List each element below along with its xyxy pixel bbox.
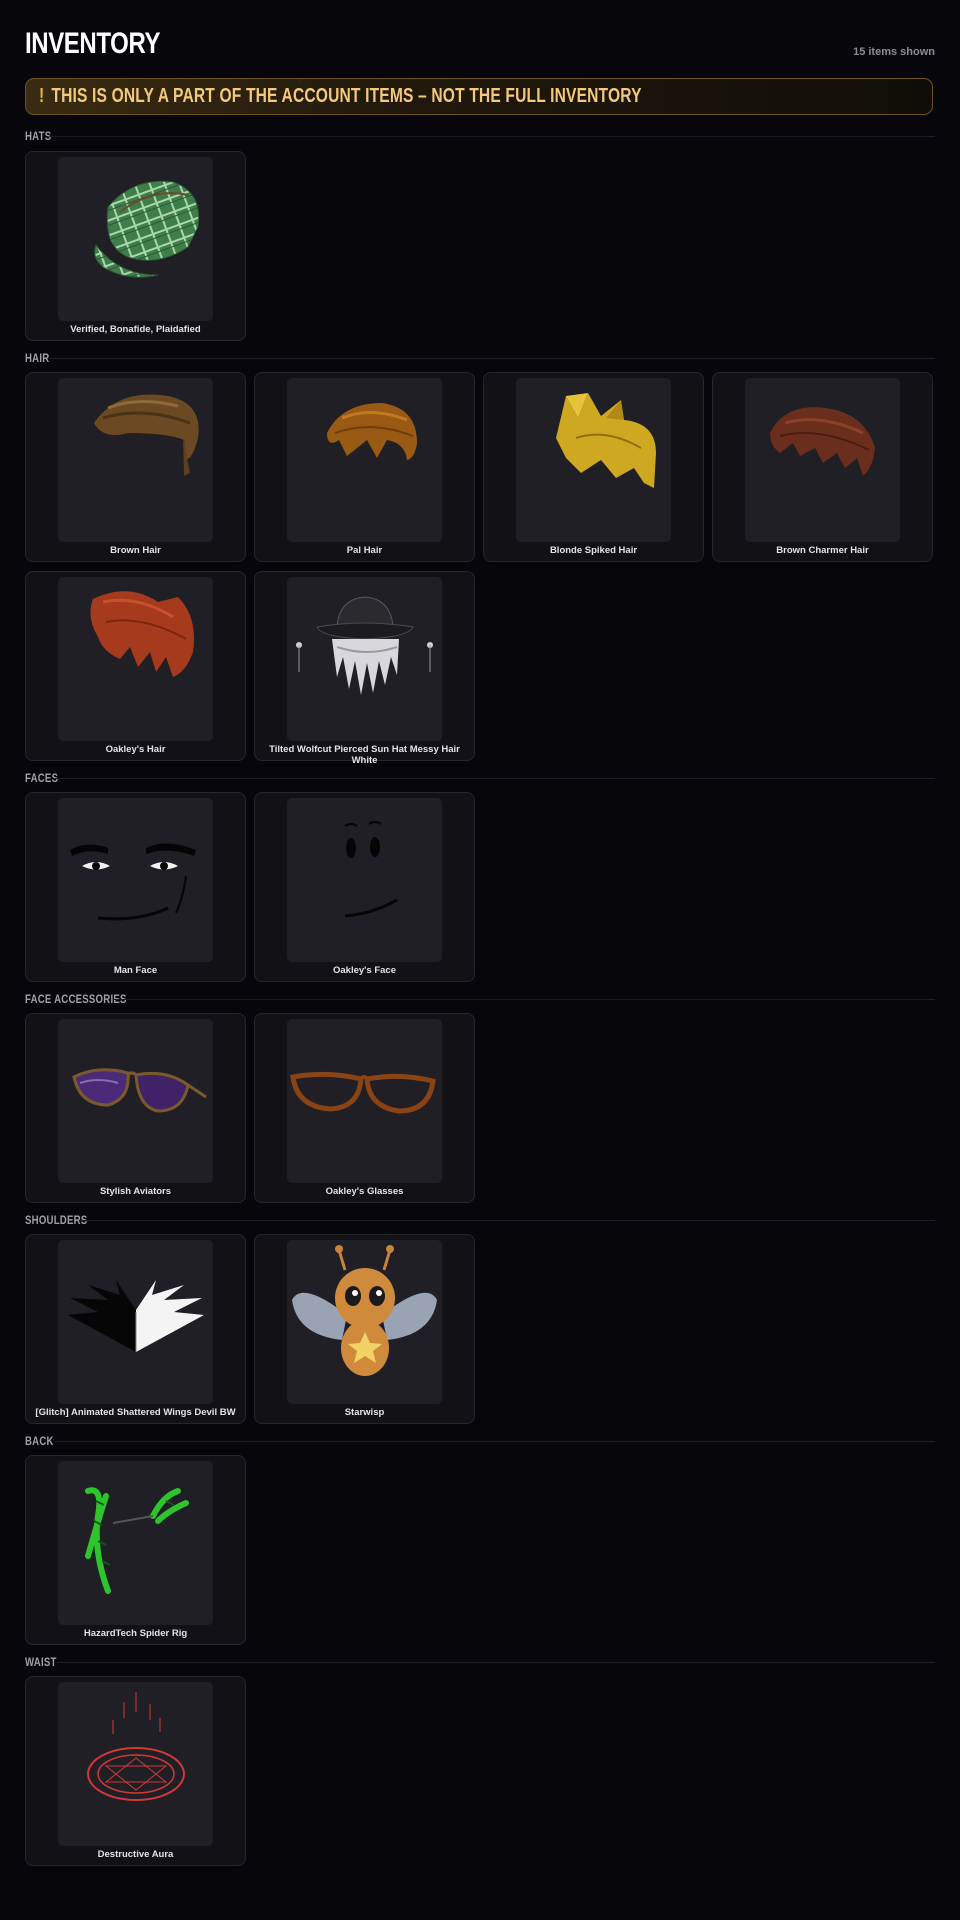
starwisp-icon xyxy=(287,1240,442,1404)
section-title: WAIST xyxy=(25,1655,57,1669)
item-name: HazardTech Spider Rig xyxy=(83,1628,188,1639)
item-card[interactable]: Verified, Bonafide, Plaidafied xyxy=(25,151,246,341)
item-card[interactable]: Stylish Aviators xyxy=(25,1013,246,1203)
item-card[interactable]: Man Face xyxy=(25,792,246,982)
aura-icon xyxy=(58,1682,213,1846)
warning-banner: ! THIS IS ONLY A PART OF THE ACCOUNT ITEM… xyxy=(25,78,933,115)
red-hair-icon xyxy=(58,577,213,741)
section-divider xyxy=(55,1441,935,1442)
item-name: Destructive Aura xyxy=(97,1849,174,1860)
item-name: Oakley's Glasses xyxy=(325,1186,404,1197)
section-faces: FACES xyxy=(25,771,935,785)
sun-hat-white-hair-icon xyxy=(287,577,442,741)
item-name: Pal Hair xyxy=(346,545,383,556)
item-name: Brown Hair xyxy=(110,545,161,556)
inventory-page: INVENTORY 15 items shown ! THIS IS ONLY A… xyxy=(25,0,935,1920)
item-card[interactable]: Blonde Spiked Hair xyxy=(483,372,704,562)
page-title: INVENTORY xyxy=(25,27,161,60)
section-waist: WAIST xyxy=(25,1655,935,1669)
item-card[interactable]: Pal Hair xyxy=(254,372,475,562)
item-card[interactable]: Tilted Wolfcut Pierced Sun Hat Messy Hai… xyxy=(254,571,475,766)
section-divider xyxy=(55,778,935,779)
blonde-spiked-hair-icon xyxy=(516,378,671,542)
section-divider xyxy=(49,136,935,137)
section-title: FACES xyxy=(25,771,59,785)
pal-hair-icon xyxy=(287,378,442,542)
section-title: HAIR xyxy=(25,351,50,365)
spider-rig-icon xyxy=(58,1461,213,1625)
section-divider xyxy=(113,999,935,1000)
section-back: BACK xyxy=(25,1434,935,1448)
smile-face-icon xyxy=(287,798,442,962)
header: INVENTORY 15 items shown xyxy=(25,26,935,66)
section-shoulders: SHOULDERS xyxy=(25,1213,935,1227)
item-name: Starwisp xyxy=(344,1407,385,1418)
item-card[interactable]: [Glitch] Animated Shattered Wings Devil … xyxy=(25,1234,246,1424)
brown-charmer-hair-icon xyxy=(745,378,900,542)
item-name: Man Face xyxy=(113,965,158,976)
section-divider xyxy=(49,358,935,359)
item-name: Brown Charmer Hair xyxy=(776,545,869,556)
section-title: FACE ACCESSORIES xyxy=(25,992,127,1006)
aviators-icon xyxy=(58,1019,213,1183)
item-card[interactable]: Brown Hair xyxy=(25,372,246,562)
glasses-icon xyxy=(287,1019,442,1183)
plaid-cap-icon xyxy=(58,157,213,321)
section-face-accessories: FACE ACCESSORIES xyxy=(25,992,935,1006)
item-name: Stylish Aviators xyxy=(99,1186,172,1197)
section-hair: HAIR xyxy=(25,351,935,365)
item-name: Oakley's Hair xyxy=(105,744,166,755)
item-card[interactable]: Oakley's Hair xyxy=(25,571,246,761)
section-divider xyxy=(57,1662,935,1663)
item-card[interactable]: Starwisp xyxy=(254,1234,475,1424)
item-card[interactable]: HazardTech Spider Rig xyxy=(25,1455,246,1645)
section-divider xyxy=(79,1220,935,1221)
warning-text: THIS IS ONLY A PART OF THE ACCOUNT ITEMS… xyxy=(51,85,642,107)
item-card[interactable]: Oakley's Face xyxy=(254,792,475,982)
item-name: [Glitch] Animated Shattered Wings Devil … xyxy=(35,1407,236,1418)
warning-icon: ! xyxy=(39,85,45,107)
section-title: HATS xyxy=(25,129,52,143)
wings-icon xyxy=(58,1240,213,1404)
item-name: Blonde Spiked Hair xyxy=(549,545,638,556)
man-face-icon xyxy=(58,798,213,962)
item-name: Tilted Wolfcut Pierced Sun Hat Messy Hai… xyxy=(269,744,460,766)
section-hats: HATS xyxy=(25,129,935,143)
item-card[interactable]: Destructive Aura xyxy=(25,1676,246,1866)
item-name: Verified, Bonafide, Plaidafied xyxy=(70,324,201,335)
item-card[interactable]: Oakley's Glasses xyxy=(254,1013,475,1203)
brown-hair-icon xyxy=(58,378,213,542)
item-name: Oakley's Face xyxy=(333,965,396,976)
item-count: 15 items shown xyxy=(853,46,935,58)
section-title: BACK xyxy=(25,1434,54,1448)
item-card[interactable]: Brown Charmer Hair xyxy=(712,372,933,562)
